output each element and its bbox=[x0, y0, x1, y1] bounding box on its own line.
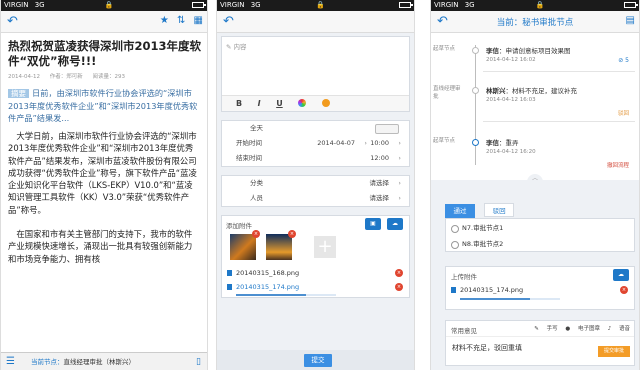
remove-file-icon[interactable]: × bbox=[395, 283, 403, 291]
page-title: 当前：秘书审批节点 bbox=[496, 18, 574, 28]
remove-icon[interactable]: × bbox=[252, 230, 260, 238]
add-image-button[interactable]: + bbox=[314, 236, 336, 258]
lock-icon: 🔒 bbox=[104, 1, 114, 9]
start-time-row[interactable]: 开始时间 2014-04-07 › 10:00 › bbox=[222, 136, 409, 151]
end-time-row[interactable]: 结束时间 12:00 › bbox=[222, 151, 409, 166]
network-label: 3G bbox=[34, 1, 45, 9]
select-card: 分类 请选择 › 人员 请选择 › bbox=[221, 175, 410, 207]
paragraph: 大学日前，由深圳市软件行业协会评选的“深圳市2013年度优秀软件企业”和“深圳市… bbox=[8, 131, 197, 215]
file-icon bbox=[451, 287, 456, 293]
approval-screen: VIRGIN 3G 🔒 ↶ 当前：秘书审批节点 ▤ 起草节点 李信：申请创意标项… bbox=[430, 0, 640, 370]
thumbnail[interactable]: × bbox=[230, 230, 260, 260]
status-bar: VIRGIN 3G 🔒 bbox=[217, 0, 414, 11]
color-palette-icon[interactable] bbox=[298, 99, 307, 107]
star-icon[interactable]: ★ bbox=[160, 15, 169, 26]
timeline-dot bbox=[472, 47, 479, 54]
top-bar: ↶ bbox=[217, 11, 414, 33]
summary-tag: 摘要 bbox=[8, 89, 29, 98]
current-node[interactable]: 当前节点：直线经理审批（林斯兴） bbox=[31, 353, 135, 370]
content-card: ✎ 内容 B I U bbox=[221, 36, 410, 112]
opinion-card: 常用意见 ✎ 手写 ● 电子图章 ♪ 语音 材料不充足，驳回重填 提交审批 bbox=[445, 320, 635, 366]
share-icon[interactable]: ⇅ bbox=[177, 15, 185, 26]
file-item[interactable]: 20140315_174.png × bbox=[446, 283, 634, 301]
battery-icon bbox=[399, 2, 413, 8]
article-body: 大学日前，由深圳市软件行业协会评选的“深圳市2013年度优秀软件企业”和“深圳市… bbox=[1, 130, 207, 265]
submit-bar: 提交 bbox=[217, 350, 414, 370]
top-bar: ↶ ★ ⇅ ▦ bbox=[1, 11, 207, 33]
handwrite-button[interactable]: ✎ 手写 bbox=[534, 326, 557, 332]
cloud-upload-icon[interactable]: ☁ bbox=[613, 269, 629, 281]
tab-reject[interactable]: 驳回 bbox=[484, 203, 515, 217]
emoji-icon[interactable] bbox=[321, 99, 330, 107]
time-card: 全天 开始时间 2014-04-07 › 10:00 › 结束时间 12:00 … bbox=[221, 120, 410, 167]
remove-icon[interactable]: × bbox=[288, 230, 296, 238]
back-icon[interactable]: ↶ bbox=[7, 14, 18, 29]
file-icon bbox=[227, 270, 232, 276]
article-screen: VIRGIN 3G 🔒 ↶ ★ ⇅ ▦ 热烈祝贺蓝凌获得深圳市2013年度软件“… bbox=[0, 0, 208, 370]
compose-screen: VIRGIN 3G 🔒 ↶ ✎ 内容 B I U 全天 开始时间 2014-04… bbox=[216, 0, 415, 370]
battery-icon bbox=[624, 2, 638, 8]
calendar-icon[interactable]: ▦ bbox=[194, 15, 203, 26]
lock-icon: 🔒 bbox=[535, 1, 545, 9]
common-opinion-label[interactable]: 常用意见 bbox=[451, 327, 477, 335]
allday-toggle[interactable] bbox=[375, 124, 399, 134]
submit-button[interactable]: 提交 bbox=[304, 354, 332, 367]
thumbnail[interactable]: × bbox=[266, 230, 296, 260]
file-icon bbox=[227, 284, 232, 290]
italic-button[interactable]: I bbox=[258, 99, 261, 108]
battery-icon bbox=[192, 2, 206, 8]
node-choices: N7.审批节点1 N8.审批节点2 bbox=[445, 218, 635, 252]
allday-row: 全天 bbox=[222, 121, 409, 136]
category-row[interactable]: 分类 请选择 › bbox=[222, 176, 409, 191]
lock-icon: 🔒 bbox=[316, 1, 325, 9]
paragraph: 在国家和市有关主管部门的支持下，我市的软件产业规模快速增长，涌现出一批具有较强创… bbox=[8, 229, 193, 264]
top-bar: ↶ 当前：秘书审批节点 ▤ bbox=[431, 11, 639, 33]
node-option[interactable]: N8.审批节点2 bbox=[446, 237, 634, 251]
back-icon[interactable]: ↶ bbox=[437, 14, 448, 29]
tab-pass[interactable]: 通过 bbox=[445, 204, 475, 218]
approval-panel: ︿ 通过 驳回 N7.审批节点1 N8.审批节点2 上传附件 ☁ 2014031… bbox=[431, 174, 639, 370]
article-meta: 2014-04-12 作者：郑可新 阅读量：293 bbox=[8, 74, 126, 80]
file-item[interactable]: 20140315_174.png × bbox=[222, 280, 409, 297]
back-icon[interactable]: ↶ bbox=[223, 14, 234, 29]
attach-label: 添加附件 bbox=[226, 222, 252, 230]
content-input[interactable]: ✎ 内容 bbox=[222, 37, 409, 95]
article-title: 热烈祝贺蓝凌获得深圳市2013年度软件“双优”称号!!! bbox=[8, 39, 202, 68]
image-attach-icon[interactable]: ▣ bbox=[365, 218, 381, 230]
bold-button[interactable]: B bbox=[236, 99, 242, 108]
status-bar: VIRGIN 3G 🔒 bbox=[431, 0, 639, 11]
upload-progress bbox=[460, 298, 560, 300]
submit-approval-button[interactable]: 提交审批 bbox=[598, 346, 630, 357]
thumbnail-list: × × + bbox=[222, 230, 409, 266]
voice-button[interactable]: ♪ 语音 bbox=[608, 326, 630, 332]
remove-file-icon[interactable]: × bbox=[395, 269, 403, 277]
article-summary: 摘要 日前，由深圳市软件行业协会评选的“深圳市2013年度优秀软件企业”和“深圳市… bbox=[8, 88, 198, 123]
decision-tabs: 通过 驳回 bbox=[445, 198, 518, 218]
attachment-icon[interactable]: ⊘ 5 bbox=[618, 57, 629, 64]
timeline-dot-active bbox=[472, 139, 479, 146]
upload-progress bbox=[236, 294, 336, 296]
signature-button[interactable]: ● 电子图章 bbox=[565, 326, 600, 332]
file-item[interactable]: 20140315_168.png × bbox=[222, 266, 409, 280]
remove-file-icon[interactable]: × bbox=[620, 286, 628, 294]
carrier-label: VIRGIN bbox=[4, 1, 29, 9]
node-option[interactable]: N7.审批节点1 bbox=[446, 221, 634, 235]
timeline-dot bbox=[472, 87, 479, 94]
upload-card: 上传附件 ☁ 20140315_174.png × bbox=[445, 266, 635, 310]
format-toolbar: B I U bbox=[222, 95, 409, 111]
status-bar: VIRGIN 3G 🔒 bbox=[1, 0, 207, 11]
underline-button[interactable]: U bbox=[276, 99, 283, 108]
document-icon[interactable]: ▤ bbox=[626, 15, 635, 26]
edit-icon: ✎ bbox=[226, 43, 232, 51]
person-row[interactable]: 人员 请选择 › bbox=[222, 191, 409, 206]
approval-timeline: 起草节点 李信：申请创意标项目效果图 2014-04-12 16:02 ⊘ 5 … bbox=[431, 33, 639, 179]
cloud-upload-icon[interactable]: ☁ bbox=[387, 218, 403, 230]
bottom-bar: ☰ 当前节点：直线经理审批（林斯兴） ▯ bbox=[1, 352, 207, 370]
attach-card: 添加附件 ▣ ☁ × × + 20140315_168.png × 201403… bbox=[221, 215, 410, 298]
document-icon[interactable]: ▯ bbox=[196, 353, 201, 370]
menu-icon[interactable]: ☰ bbox=[6, 353, 15, 370]
